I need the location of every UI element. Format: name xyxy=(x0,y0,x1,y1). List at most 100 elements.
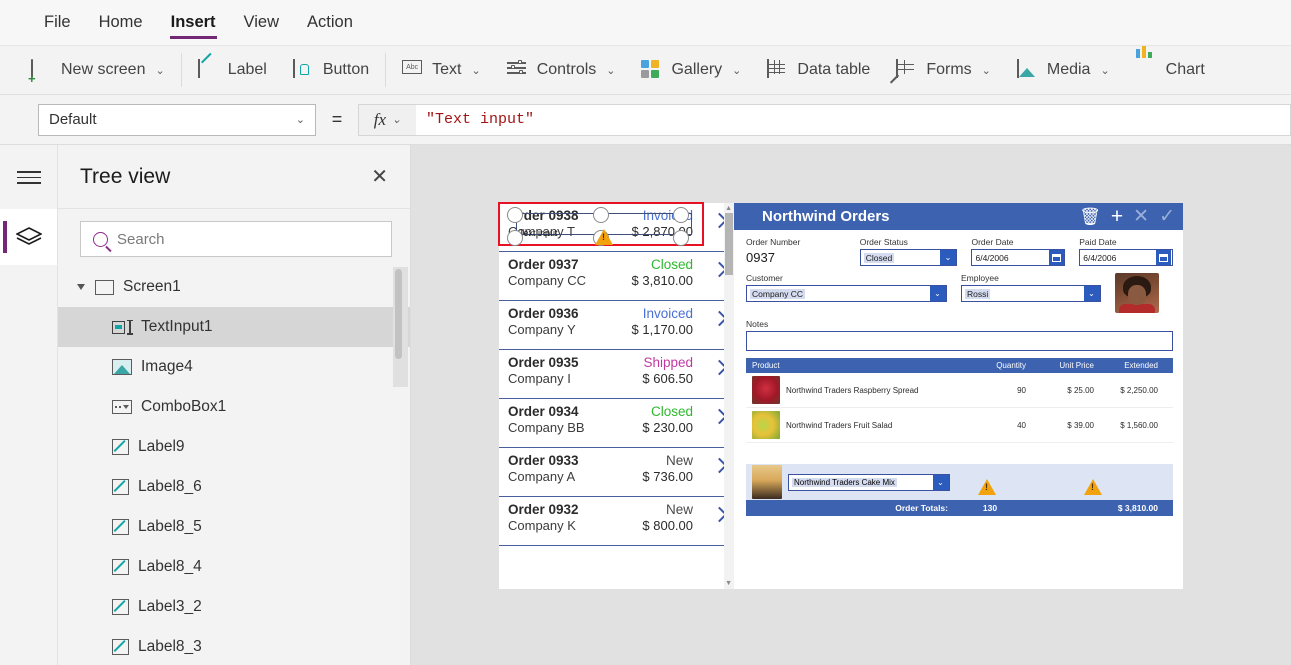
tree-item-combobox1[interactable]: ComboBox1 xyxy=(58,387,410,427)
data-table-icon xyxy=(767,59,789,80)
chevron-down-icon[interactable]: ⌄ xyxy=(939,250,956,265)
ribbon-gallery[interactable]: Gallery ⌄ xyxy=(628,46,754,94)
order-status-dropdown[interactable]: Closed ⌄ xyxy=(859,249,958,266)
tree-item-label: Label8_6 xyxy=(138,478,202,495)
menu-tab-file[interactable]: File xyxy=(30,0,85,45)
totals-quantity: 130 xyxy=(982,503,998,513)
gallery-scrollbar-track[interactable]: ▲ ▼ xyxy=(724,203,734,589)
gallery-item[interactable]: Order 0933 New Company A $ 736.00 xyxy=(499,448,734,497)
tree-item-list[interactable]: Screen1 TextInput1 Image4 ComboBox1 Labe… xyxy=(58,267,410,659)
calendar-icon[interactable] xyxy=(1156,250,1172,265)
chevron-down-icon: ⌄ xyxy=(732,64,742,77)
chevron-down-icon[interactable]: ⌄ xyxy=(1083,286,1100,301)
gallery-item[interactable]: Order 0937 Closed Company CC $ 3,810.00 xyxy=(499,252,734,301)
label-icon xyxy=(112,559,129,575)
tree-item-label8-3[interactable]: Label8_3 xyxy=(58,627,410,659)
formula-input[interactable]: "Text input" xyxy=(416,103,1291,136)
tree-scrollbar-track[interactable] xyxy=(393,267,408,387)
table-row[interactable]: Northwind Traders Raspberry Spread 90 $ … xyxy=(746,373,1173,408)
menu-tab-home[interactable]: Home xyxy=(85,0,157,45)
notes-input[interactable] xyxy=(746,331,1173,351)
new-product-dropdown[interactable]: Northwind Traders Cake Mix ⌄ xyxy=(788,473,950,491)
close-icon[interactable]: ✕ xyxy=(371,167,388,187)
ribbon-divider xyxy=(385,53,387,87)
tree-scrollbar-thumb[interactable] xyxy=(395,269,402,359)
ribbon-button[interactable]: Button xyxy=(280,46,382,94)
chevron-down-icon[interactable]: ⌄ xyxy=(929,286,946,301)
orders-gallery[interactable]: Order 0938 Invoiced Company T $ 2,870.00… xyxy=(498,202,734,589)
add-icon[interactable]: + xyxy=(1111,206,1123,227)
text-input-icon xyxy=(112,319,133,335)
ribbon-chart[interactable]: Chart xyxy=(1123,46,1218,94)
dropdown-value: Company CC xyxy=(750,288,806,299)
confirm-icon[interactable]: ✓ xyxy=(1159,207,1175,226)
product-extended: $ 1,560.00 xyxy=(1120,420,1158,430)
order-number: Order 0934 xyxy=(508,404,579,419)
gallery-item[interactable]: Order 0935 Shipped Company I $ 606.50 xyxy=(499,350,734,399)
delete-icon[interactable]: 🗑 xyxy=(1079,208,1101,225)
image-icon xyxy=(112,359,132,375)
warning-icon[interactable] xyxy=(1084,479,1102,495)
tree-item-label8-5[interactable]: Label8_5 xyxy=(58,507,410,547)
customer-dropdown[interactable]: Company CC ⌄ xyxy=(746,285,947,302)
ribbon-controls[interactable]: Controls ⌄ xyxy=(494,46,629,94)
tree-item-textinput1[interactable]: TextInput1 xyxy=(58,307,410,347)
tree-item-label8-4[interactable]: Label8_4 xyxy=(58,547,410,587)
search-input[interactable]: Search xyxy=(80,221,392,257)
ribbon-label[interactable]: Label xyxy=(185,46,280,94)
fx-button[interactable]: fx ⌄ xyxy=(358,103,416,136)
order-date-input[interactable]: 6/4/2006 xyxy=(971,249,1066,266)
tree-item-image4[interactable]: Image4 xyxy=(58,347,410,387)
products-table-header: Product Quantity Unit Price Extended xyxy=(746,358,1173,373)
tree-item-label: Image4 xyxy=(141,358,193,375)
resize-handle-bottom-left[interactable] xyxy=(507,230,523,246)
detail-title: Northwind Orders xyxy=(762,208,890,225)
gallery-scrollbar-thumb[interactable] xyxy=(725,213,733,275)
menu-tab-action[interactable]: Action xyxy=(293,0,367,45)
warning-icon[interactable] xyxy=(595,229,613,245)
order-number: Order 0937 xyxy=(508,257,579,272)
ribbon-forms[interactable]: Forms ⌄ xyxy=(883,46,1004,94)
ribbon-item-label: Gallery xyxy=(671,61,723,78)
button-icon xyxy=(292,59,315,80)
ribbon-data-table[interactable]: Data table xyxy=(754,46,883,94)
tree-item-label: Screen1 xyxy=(123,278,181,295)
tree-item-label8-6[interactable]: Label8_6 xyxy=(58,467,410,507)
cancel-icon[interactable]: ✕ xyxy=(1133,207,1149,226)
rail-item-tree-view[interactable] xyxy=(0,209,57,265)
gallery-item[interactable]: Order 0936 Invoiced Company Y $ 1,170.00 xyxy=(499,301,734,350)
tree-item-label: Label3_2 xyxy=(138,598,202,615)
resize-handle-top-right[interactable] xyxy=(673,207,689,223)
scroll-up-icon[interactable]: ▲ xyxy=(725,205,732,212)
warning-icon[interactable] xyxy=(978,479,996,495)
menu-tab-insert[interactable]: Insert xyxy=(157,0,230,45)
company-name: Company K xyxy=(508,518,576,533)
gallery-item[interactable]: Order 0934 Closed Company BB $ 230.00 xyxy=(499,399,734,448)
tree-item-label3-2[interactable]: Label3_2 xyxy=(58,587,410,627)
employee-dropdown[interactable]: Rossi ⌄ xyxy=(961,285,1101,302)
table-row[interactable]: Northwind Traders Fruit Salad 40 $ 39.00… xyxy=(746,408,1173,443)
menu-tab-label: Home xyxy=(98,13,143,31)
calendar-icon[interactable] xyxy=(1048,250,1064,265)
new-product-row[interactable]: Northwind Traders Cake Mix ⌄ xyxy=(746,464,1173,500)
ribbon-text[interactable]: Abc Text ⌄ xyxy=(389,46,494,94)
resize-handle-top-left[interactable] xyxy=(507,207,523,223)
column-header-product: Product xyxy=(752,361,780,370)
chevron-down-icon[interactable]: ⌄ xyxy=(932,474,949,490)
chevron-down-icon[interactable] xyxy=(77,284,85,290)
app-canvas[interactable]: Order 0938 Invoiced Company T $ 2,870.00… xyxy=(411,145,1291,665)
menu-tab-view[interactable]: View xyxy=(230,0,293,45)
scroll-down-icon[interactable]: ▼ xyxy=(725,580,732,587)
gallery-item[interactable]: Order 0932 New Company K $ 800.00 xyxy=(499,497,734,546)
detail-row-2: Customer Company CC ⌄ Employee Rossi ⌄ xyxy=(746,273,1173,313)
hamburger-button[interactable] xyxy=(0,145,57,209)
property-select[interactable]: Default ⌄ xyxy=(38,103,316,136)
resize-handle-top-center[interactable] xyxy=(593,207,609,223)
tree-item-screen1[interactable]: Screen1 xyxy=(58,267,410,307)
gallery-item[interactable]: Order 0938 Invoiced Company T $ 2,870.00… xyxy=(498,202,734,252)
ribbon-new-screen[interactable]: New screen ⌄ xyxy=(18,46,178,94)
paid-date-input[interactable]: 6/4/2006 xyxy=(1079,249,1173,266)
tree-item-label9[interactable]: Label9 xyxy=(58,427,410,467)
resize-handle-bottom-right[interactable] xyxy=(673,230,689,246)
ribbon-media[interactable]: Media ⌄ xyxy=(1004,46,1123,94)
